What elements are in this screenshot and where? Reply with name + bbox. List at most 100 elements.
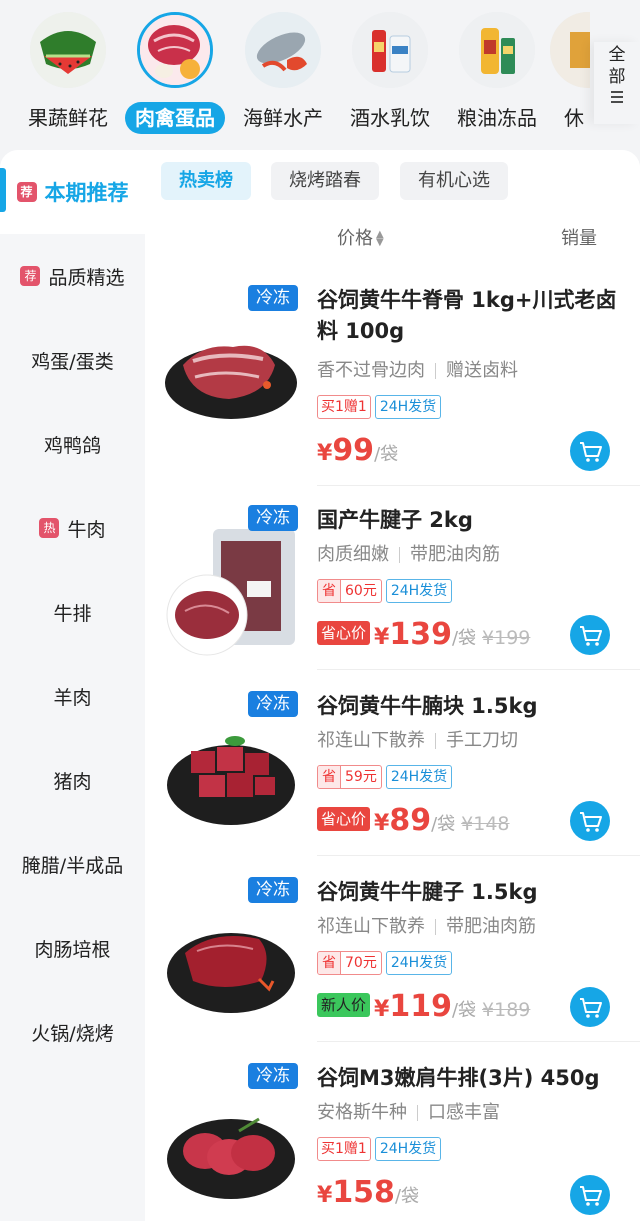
product-feature: 手工刀切 <box>446 730 518 751</box>
product-card[interactable]: 冷冻 谷饲M3嫩肩牛排(3片) 450g 安格斯牛种 口感丰富 买1赠1 24H发货… <box>145 1061 640 1221</box>
price-unit: /袋 <box>451 1000 477 1021</box>
savings-amount: 60元 <box>345 583 377 599</box>
price-unit: /袋 <box>374 444 399 465</box>
savings-tag: 省 60元 <box>317 579 382 603</box>
sidebar-item-hotpot[interactable]: 火锅/烧烤 <box>0 990 145 1074</box>
snack-icon <box>550 12 590 88</box>
sidebar-item-label: 羊肉 <box>53 686 92 709</box>
sort-price-label: 价格 <box>337 228 373 249</box>
promo-tags: 买1赠1 24H发货 <box>317 395 445 419</box>
tab-bbq-spring[interactable]: 烧烤踏春 <box>271 162 379 200</box>
currency-symbol: ¥ <box>374 625 390 650</box>
product-subtitle: 安格斯牛种 口感丰富 <box>317 1098 500 1124</box>
category-label: 果蔬鲜花 <box>28 106 108 130</box>
category-fruits[interactable]: 果蔬鲜花 <box>14 12 122 134</box>
product-subtitle: 祁连山下散养 带肥油肉筋 <box>317 912 536 938</box>
all-label-char: 全 <box>608 45 626 65</box>
product-image <box>163 1081 299 1217</box>
price-value: 119 <box>389 989 452 1024</box>
product-price: ¥158/袋 <box>317 1175 419 1215</box>
sort-sales-button[interactable]: 销量 <box>561 224 597 250</box>
product-title: 国产牛腱子 2kg <box>317 508 473 532</box>
watermelon-icon <box>30 12 106 88</box>
product-image <box>163 303 299 439</box>
all-categories-button[interactable]: 全 部 <box>594 42 640 124</box>
cart-icon <box>580 812 602 832</box>
shipping-tag: 24H发货 <box>374 1137 442 1161</box>
add-to-cart-button[interactable] <box>570 987 610 1027</box>
sidebar-item-eggs[interactable]: 鸡蛋/蛋类 <box>0 318 145 402</box>
recommend-badge: 荐 <box>16 182 37 202</box>
product-price: 省心价 ¥139/袋 ¥199 <box>317 617 530 657</box>
sidebar-item-label: 品质精选 <box>48 266 125 289</box>
drinks-icon <box>352 12 428 88</box>
add-to-cart-button[interactable] <box>570 431 610 471</box>
shipping-tag: 24H发货 <box>385 579 453 603</box>
original-price: ¥199 <box>482 627 531 649</box>
cart-icon <box>580 442 602 462</box>
sidebar-item-label: 猪肉 <box>53 770 92 793</box>
category-drinks[interactable]: 酒水乳饮 <box>336 12 444 134</box>
currency-symbol: ¥ <box>374 997 390 1022</box>
original-price: ¥148 <box>461 813 510 835</box>
category-label: 粮油冻品 <box>457 106 537 130</box>
all-label-char: 部 <box>608 67 626 87</box>
product-feature: 带肥油肉筋 <box>446 916 536 937</box>
cart-icon <box>580 1186 602 1206</box>
category-grain-oil[interactable]: 粮油冻品 <box>443 12 551 134</box>
promo-tags: 省 70元 24H发货 <box>317 951 456 975</box>
savings-label: 省 <box>318 766 341 788</box>
product-subtitle: 肉质细嫩 带肥油肉筋 <box>317 540 500 566</box>
product-card[interactable]: 冷冻 国产牛腱子 2kg 肉质细嫩 带肥油肉筋 省 60元 24H发货 省心价 ¥139… <box>145 503 640 689</box>
sort-arrows-icon: ▲ ▼ <box>376 229 384 248</box>
sidebar-item-pork[interactable]: 猪肉 <box>0 738 145 822</box>
new-user-price-badge: 新人价 <box>317 993 371 1017</box>
product-feature: 祁连山下散养 <box>317 730 425 751</box>
category-label: 休 <box>564 106 584 130</box>
sidebar-item-poultry[interactable]: 鸡鸭鸽 <box>0 402 145 486</box>
main-panel: 荐本期推荐 荐品质精选 鸡蛋/蛋类 鸡鸭鸽 热牛肉 牛排 羊肉 猪肉 腌腊/半成… <box>0 150 640 1221</box>
sidebar-item-beef[interactable]: 热牛肉 <box>0 486 145 570</box>
category-seafood[interactable]: 海鲜水产 <box>229 12 337 134</box>
currency-symbol: ¥ <box>374 811 390 836</box>
tab-organic[interactable]: 有机心选 <box>400 162 508 200</box>
product-card[interactable]: 冷冻 谷饲黄牛牛脊骨 1kg+川式老卤料 100g 香不过骨边肉 赠送卤料 买1赠… <box>145 283 640 486</box>
sidebar-item-lamb[interactable]: 羊肉 <box>0 654 145 738</box>
category-label: 肉禽蛋品 <box>125 102 225 134</box>
product-subtitle: 香不过骨边肉 赠送卤料 <box>317 356 518 382</box>
price-unit: /袋 <box>431 814 456 835</box>
product-price: ¥99/袋 <box>317 433 398 473</box>
divider <box>317 855 640 856</box>
currency-symbol: ¥ <box>317 1183 333 1208</box>
shipping-tag: 24H发货 <box>385 765 453 789</box>
sidebar-item-quality[interactable]: 荐品质精选 <box>0 234 145 318</box>
add-to-cart-button[interactable] <box>570 615 610 655</box>
product-price: 新人价 ¥119/袋 ¥189 <box>317 989 530 1029</box>
tab-hot-sellers[interactable]: 热卖榜 <box>161 162 251 200</box>
product-card[interactable]: 冷冻 谷饲黄牛牛腩块 1.5kg 祁连山下散养 手工刀切 省 59元 24H发货 省心… <box>145 689 640 875</box>
sidebar-item-sausage[interactable]: 肉肠培根 <box>0 906 145 990</box>
sidebar-item-recommended[interactable]: 荐本期推荐 <box>0 150 145 234</box>
frozen-tag: 冷冻 <box>248 1063 298 1089</box>
price-badge: 省心价 <box>317 621 371 645</box>
sidebar-item-steak[interactable]: 牛排 <box>0 570 145 654</box>
sidebar-item-label: 牛排 <box>53 602 92 625</box>
category-meat[interactable]: 肉禽蛋品 <box>121 12 229 134</box>
sidebar-item-cured[interactable]: 腌腊/半成品 <box>0 822 145 906</box>
price-badge: 省心价 <box>317 807 371 831</box>
product-content: 热卖榜 烧烤踏春 有机心选 价格 ▲ ▼ 销量 冷冻 谷饲黄牛牛脊骨 1kg+川式老… <box>145 150 640 1221</box>
product-feature: 口感丰富 <box>428 1102 500 1123</box>
product-feature: 香不过骨边肉 <box>317 360 425 381</box>
product-title: 谷饲黄牛牛腱子 1.5kg <box>317 880 538 904</box>
sort-price-button[interactable]: 价格 ▲ ▼ <box>337 224 386 250</box>
cart-icon <box>580 998 602 1018</box>
product-card[interactable]: 冷冻 谷饲黄牛牛腱子 1.5kg 祁连山下散养 带肥油肉筋 省 70元 24H发货 新… <box>145 875 640 1061</box>
sort-row: 价格 ▲ ▼ 销量 <box>145 220 640 250</box>
add-to-cart-button[interactable] <box>570 1175 610 1215</box>
product-feature: 肉质细嫩 <box>317 544 389 565</box>
add-to-cart-button[interactable] <box>570 801 610 841</box>
product-feature: 祁连山下散养 <box>317 916 425 937</box>
price-value: 89 <box>389 803 432 838</box>
price-value: 99 <box>332 433 375 468</box>
sidebar-item-label: 腌腊/半成品 <box>21 854 124 877</box>
